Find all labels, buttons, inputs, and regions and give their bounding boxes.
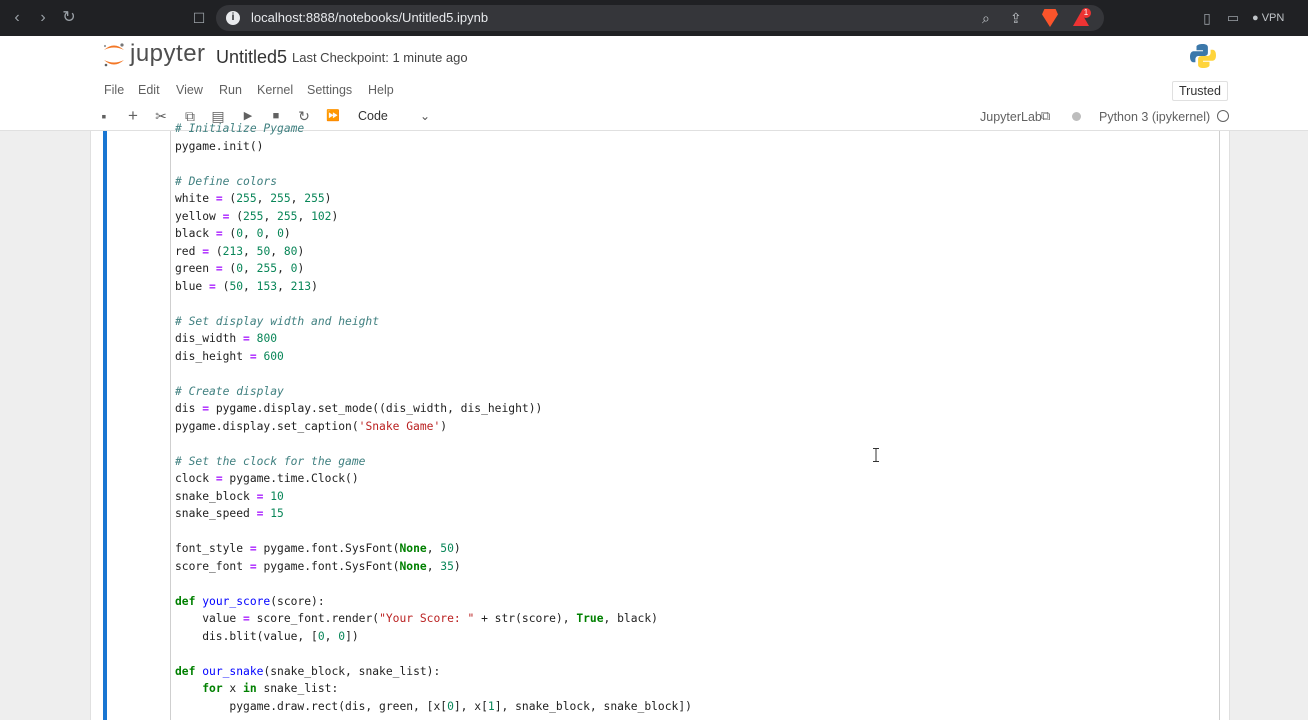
reload-icon[interactable]: ↻	[58, 0, 80, 36]
code-line[interactable]: ​	[175, 435, 692, 453]
code-line[interactable]: font_style = pygame.font.SysFont(None, 5…	[175, 540, 692, 558]
back-icon[interactable]: ‹	[6, 0, 28, 36]
code-line[interactable]: black = (0, 0, 0)	[175, 225, 692, 243]
code-line[interactable]: snake_speed = 15	[175, 505, 692, 523]
rewards-badge: 1	[1081, 8, 1091, 18]
code-line[interactable]: dis = pygame.display.set_mode((dis_width…	[175, 400, 692, 418]
checkpoint-status: Last Checkpoint: 1 minute ago	[292, 50, 468, 65]
code-line[interactable]: red = (213, 50, 80)	[175, 243, 692, 261]
code-line[interactable]: score_font = pygame.font.SysFont(None, 3…	[175, 558, 692, 576]
code-line[interactable]: dis_height = 600	[175, 348, 692, 366]
menu-bar: File Edit View Run Kernel Settings Help …	[0, 76, 1308, 102]
code-line[interactable]: clock = pygame.time.Clock()	[175, 470, 692, 488]
menu-edit[interactable]: Edit	[138, 83, 160, 97]
code-line[interactable]: # Set display width and height	[175, 313, 692, 331]
jupyter-wordmark: jupyter	[130, 40, 206, 67]
save-icon[interactable]: ▪	[94, 106, 114, 126]
code-line[interactable]: dis_width = 800	[175, 330, 692, 348]
code-line[interactable]: # Define colors	[175, 173, 692, 191]
code-line[interactable]: ​	[175, 645, 692, 663]
code-line[interactable]: dis.blit(value, [0, 0])	[175, 628, 692, 646]
code-line[interactable]: # Create display	[175, 383, 692, 401]
active-cell-indicator[interactable]	[103, 131, 107, 720]
code-line[interactable]: pygame.init()	[175, 138, 692, 156]
code-line[interactable]: for x in snake_list:	[175, 680, 692, 698]
wallet-icon[interactable]: ▭	[1222, 0, 1244, 36]
url-text[interactable]: localhost:8888/notebooks/Untitled5.ipynb	[251, 5, 488, 31]
notebook-header: jupyter Untitled5 Last Checkpoint: 1 min…	[0, 36, 1308, 76]
code-line[interactable]: def our_snake(snake_block, snake_list):	[175, 663, 692, 681]
code-line[interactable]: blue = (50, 153, 213)	[175, 278, 692, 296]
code-line[interactable]: ​	[175, 575, 692, 593]
open-jupyterlab-link[interactable]: JupyterLab	[980, 110, 1042, 124]
sidebar-toggle-icon[interactable]: ▯	[1196, 0, 1218, 36]
code-line[interactable]: snake_block = 10	[175, 488, 692, 506]
menu-help[interactable]: Help	[368, 83, 394, 97]
text-cursor-icon	[873, 448, 879, 462]
code-line[interactable]: ​	[175, 295, 692, 313]
code-content[interactable]: # Initialize Pygamepygame.init()​# Defin…	[175, 120, 692, 715]
code-line[interactable]: pygame.display.set_caption('Snake Game')	[175, 418, 692, 436]
kernel-status-icon	[1217, 110, 1229, 122]
vpn-label: VPN	[1261, 12, 1285, 24]
address-bar[interactable]: i localhost:8888/notebooks/Untitled5.ipy…	[216, 5, 1104, 31]
trusted-indicator[interactable]: Trusted	[1172, 81, 1228, 101]
share-icon[interactable]: ⇪	[1010, 5, 1022, 31]
menu-file[interactable]: File	[104, 83, 124, 97]
kernel-name[interactable]: Python 3 (ipykernel)	[1099, 110, 1210, 124]
code-line[interactable]: def your_score(score):	[175, 593, 692, 611]
external-link-icon[interactable]: ⧉	[1041, 108, 1050, 124]
vpn-button[interactable]: ● VPN	[1252, 0, 1284, 36]
menu-kernel[interactable]: Kernel	[257, 83, 293, 97]
notebook-panel: # Initialize Pygamepygame.init()​# Defin…	[90, 122, 1230, 720]
site-info-icon[interactable]: i	[226, 11, 240, 25]
notebook-title[interactable]: Untitled5	[216, 47, 287, 68]
code-line[interactable]: yellow = (255, 255, 102)	[175, 208, 692, 226]
python-logo-icon	[1190, 44, 1216, 68]
menu-run[interactable]: Run	[219, 83, 242, 97]
zoom-icon[interactable]: ⌕	[982, 5, 990, 31]
menu-settings[interactable]: Settings	[307, 83, 352, 97]
jupyter-logo-icon[interactable]	[102, 42, 126, 68]
code-line[interactable]: ​	[175, 523, 692, 541]
code-line[interactable]: white = (255, 255, 255)	[175, 190, 692, 208]
forward-icon[interactable]: ›	[32, 0, 54, 36]
menu-view[interactable]: View	[176, 83, 203, 97]
bookmark-icon[interactable]: ☐	[188, 0, 210, 36]
code-line[interactable]: ​	[175, 365, 692, 383]
code-line[interactable]: # Initialize Pygame	[175, 120, 692, 138]
code-line[interactable]: pygame.draw.rect(dis, green, [x[0], x[1]…	[175, 698, 692, 716]
browser-toolbar: ‹ › ↻ ☐ i localhost:8888/notebooks/Untit…	[0, 0, 1308, 36]
code-line[interactable]: green = (0, 255, 0)	[175, 260, 692, 278]
code-line[interactable]: value = score_font.render("Your Score: "…	[175, 610, 692, 628]
add-cell-icon[interactable]: +	[123, 106, 143, 126]
code-line[interactable]: ​	[175, 155, 692, 173]
cut-icon[interactable]: ✂	[151, 106, 171, 126]
code-line[interactable]: # Set the clock for the game	[175, 453, 692, 471]
kernel-idle-icon	[1072, 112, 1081, 121]
